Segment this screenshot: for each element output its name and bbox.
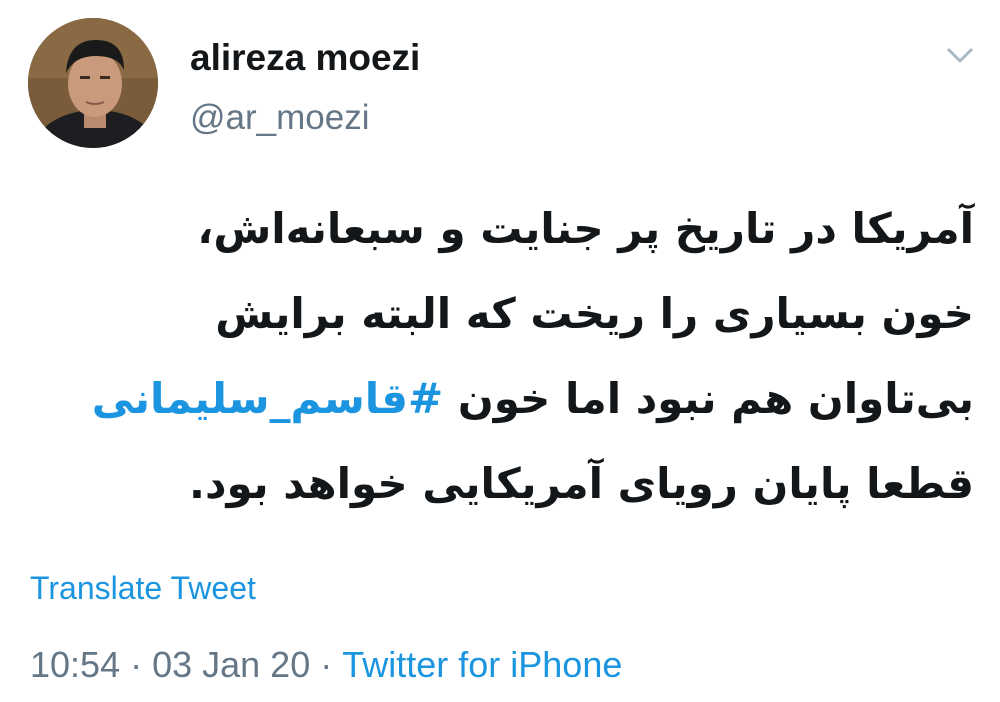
author-handle[interactable]: @ar_moezi [190, 97, 369, 139]
meta-separator: · [130, 644, 143, 685]
author-display-name[interactable]: alireza moezi [190, 36, 420, 80]
meta-separator: · [320, 644, 333, 685]
tweet-line: بی‌تاوان هم نبود اما خون #قاسم_سلیمانی [34, 356, 974, 441]
tweet-line: خون بسیاری را ریخت که البته برایش [215, 289, 974, 338]
tweet-meta: 10:54 · 03 Jan 20 · Twitter for iPhone [30, 643, 622, 687]
tweet-date: 03 Jan 20 [152, 644, 311, 685]
more-options-button[interactable] [940, 36, 980, 76]
tweet-line-text: بی‌تاوان هم نبود اما خون [457, 374, 974, 423]
profile-photo [28, 18, 158, 148]
hashtag-link[interactable]: #قاسم_سلیمانی [92, 374, 443, 423]
tweet-line: آمریکا در تاریخ پر جنایت و سبعانه‌اش، [197, 204, 974, 253]
tweet-text: آمریکا در تاریخ پر جنایت و سبعانه‌اش، خو… [34, 186, 974, 526]
translate-tweet-link[interactable]: Translate Tweet [30, 568, 256, 608]
chevron-down-icon [947, 48, 973, 63]
avatar[interactable] [28, 18, 158, 148]
tweet-time: 10:54 [30, 644, 121, 685]
tweet-source-link[interactable]: Twitter for iPhone [342, 644, 622, 685]
tweet-line: قطعا پایان رویای آمریکایی خواهد بود. [189, 459, 974, 508]
